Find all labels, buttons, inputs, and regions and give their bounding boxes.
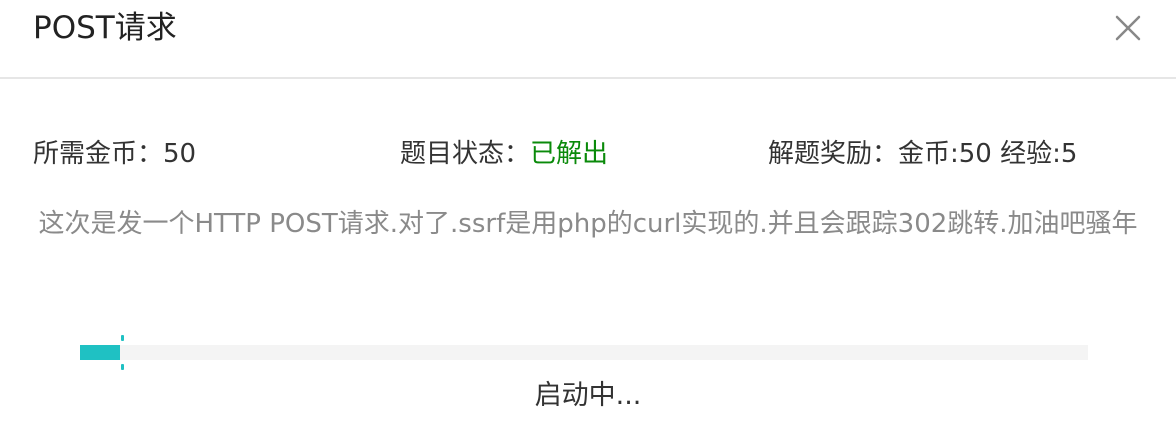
challenge-description: 这次是发一个HTTP POST请求.对了.ssrf是用php的curl实现的.并…	[38, 209, 1138, 239]
progress-handle-bottom	[121, 364, 125, 370]
progress-handle	[121, 335, 125, 370]
cost-text: 所需金币：50	[33, 139, 197, 169]
status-label: 题目状态：	[400, 139, 531, 169]
close-icon[interactable]	[1112, 12, 1144, 44]
dialog-header: POST请求	[0, 0, 1176, 79]
progress-fill	[80, 345, 121, 360]
status-field: 题目状态：已解出	[400, 134, 608, 174]
challenge-info-row: 所需金币：50 题目状态：已解出 解题奖励：金币:50 经验:5	[0, 134, 1176, 174]
reward-text: 解题奖励：金币:50 经验:5	[768, 139, 1078, 169]
challenge-dialog: POST请求 所需金币：50 题目状态：已解出 解题奖励：金币:50 经验:5 …	[0, 0, 1176, 429]
progress-bar	[80, 335, 1088, 370]
status-value: 已解出	[530, 139, 609, 169]
progress-status-text: 启动中...	[534, 380, 642, 411]
progress-handle-top	[121, 335, 125, 341]
dialog-title: POST请求	[33, 10, 177, 46]
